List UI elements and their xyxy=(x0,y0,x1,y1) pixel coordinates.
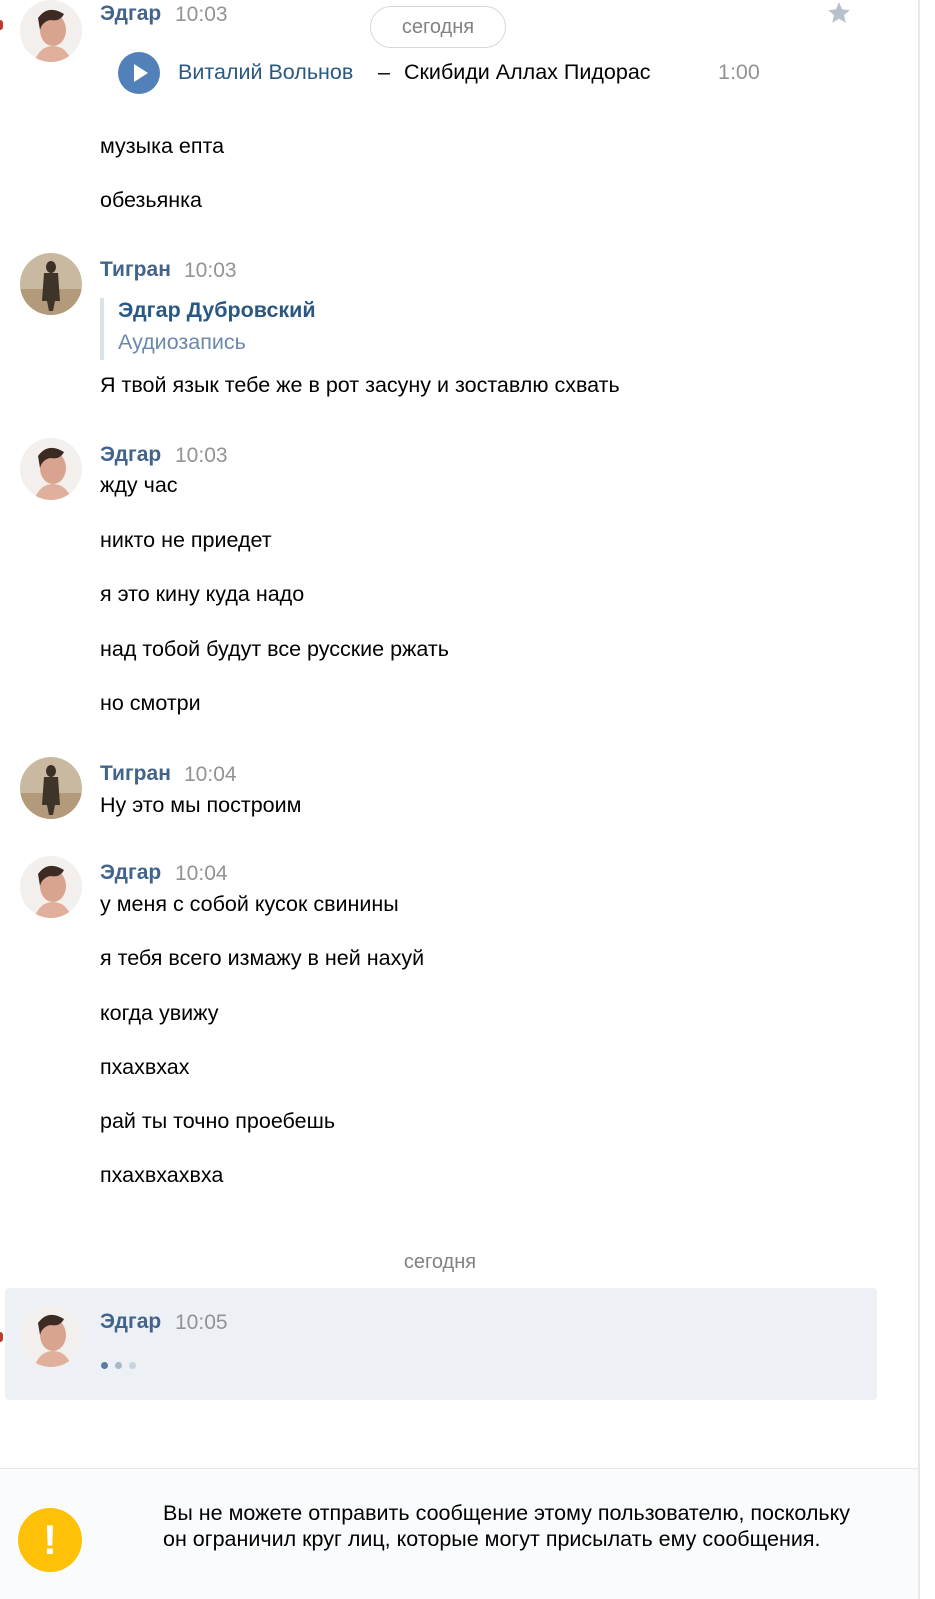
reply-bar xyxy=(100,298,104,360)
message-text: музыка епта xyxy=(100,134,225,158)
date-divider: сегодня xyxy=(403,1251,477,1273)
avatar-tigran[interactable] xyxy=(20,253,82,315)
message-text: жду час xyxy=(100,473,178,497)
message-author[interactable]: Эдгар xyxy=(100,861,161,885)
message-highlight[interactable] xyxy=(5,1288,877,1400)
message-text: я тебя всего измажу в ней нахуй xyxy=(100,946,425,970)
scroll-area-border xyxy=(918,0,920,1599)
play-icon xyxy=(134,64,148,82)
avatar-edgar[interactable] xyxy=(20,438,82,500)
message-text: когда увижу xyxy=(100,1001,219,1025)
message-time[interactable]: 10:03 xyxy=(175,3,228,27)
audio-separator: – xyxy=(378,60,390,84)
star-icon[interactable] xyxy=(826,0,852,26)
message-text: Я твой язык тебе же в рот засуну и зоста… xyxy=(100,373,620,397)
message-author[interactable]: Эдгар xyxy=(100,443,161,467)
audio-play-button[interactable] xyxy=(118,52,160,94)
audio-title: Скибиди Аллах Пидорас xyxy=(404,60,651,84)
typing-dot xyxy=(101,1362,108,1369)
message-author[interactable]: Тигран xyxy=(100,258,171,282)
audio-artist[interactable]: Виталий Вольнов xyxy=(178,60,353,85)
message-text: я это кину куда надо xyxy=(100,582,305,606)
message-text: пхахвхах xyxy=(100,1055,190,1079)
reply-attachment-type[interactable]: Аудиозапись xyxy=(118,330,246,355)
typing-dot xyxy=(129,1362,136,1369)
message-time[interactable]: 10:04 xyxy=(184,763,237,787)
message-text: над тобой будут все русские ржать xyxy=(100,637,449,661)
message-time[interactable]: 10:05 xyxy=(175,1311,228,1335)
message-text: у меня с собой кусок свинины xyxy=(100,892,399,916)
message-text: никто не приедет xyxy=(100,528,272,552)
message-time[interactable]: 10:04 xyxy=(175,862,228,886)
message-text: обезьянка xyxy=(100,188,202,212)
message-text: но смотри xyxy=(100,691,201,715)
message-author[interactable]: Тигран xyxy=(100,762,171,786)
avatar-tigran[interactable] xyxy=(20,757,82,819)
message-author[interactable]: Эдгар xyxy=(100,1310,161,1334)
avatar-edgar[interactable] xyxy=(20,1305,82,1367)
notice-text: Вы не можете отправить сообщение этому п… xyxy=(163,1501,851,1551)
message-author[interactable]: Эдгар xyxy=(100,2,161,26)
audio-duration: 1:00 xyxy=(718,60,760,84)
avatar-edgar[interactable] xyxy=(20,0,82,62)
message-text: пхахвхахвха xyxy=(100,1163,224,1187)
unread-marker xyxy=(0,20,3,30)
warning-icon: ! xyxy=(18,1508,82,1572)
message-time[interactable]: 10:03 xyxy=(184,259,237,283)
date-pill: сегодня xyxy=(370,6,506,48)
message-text: рай ты точно проебешь xyxy=(100,1109,336,1133)
message-text: Ну это мы построим xyxy=(100,793,302,817)
message-time[interactable]: 10:03 xyxy=(175,444,228,468)
unread-marker xyxy=(0,1332,3,1342)
typing-dot xyxy=(115,1362,122,1369)
avatar-edgar[interactable] xyxy=(20,856,82,918)
reply-author[interactable]: Эдгар Дубровский xyxy=(118,298,316,323)
